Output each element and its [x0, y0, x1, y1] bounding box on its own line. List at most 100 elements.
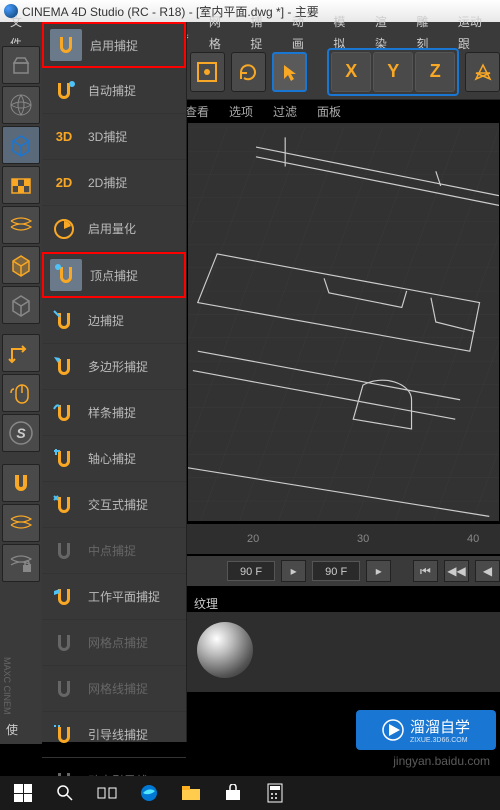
tick-30: 30: [357, 533, 369, 545]
magnet-spline-icon: [48, 397, 80, 429]
snap-auto[interactable]: 自动捕捉: [42, 68, 186, 114]
label-2d-icon: 2D: [48, 167, 80, 199]
sub-view[interactable]: 查看: [185, 103, 209, 120]
prev-frame-button[interactable]: ◀◀: [444, 560, 469, 582]
snap-mid-label: 中点捕捉: [88, 542, 136, 559]
material-preview-sphere[interactable]: [197, 622, 253, 678]
snap-interactive-label: 交互式捕捉: [88, 496, 148, 513]
magnet-guide-icon: [48, 719, 80, 751]
snap-workplane[interactable]: 工作平面捕捉: [42, 574, 186, 620]
frame-end-field[interactable]: 90 F: [227, 561, 275, 581]
snap-workplane-label: 工作平面捕捉: [88, 588, 160, 605]
axis-y-button[interactable]: Y: [373, 52, 413, 92]
magnet-gridpoint-icon: [48, 627, 80, 659]
coord-button[interactable]: [465, 52, 500, 92]
windows-taskbar: [0, 776, 500, 810]
tick-20: 20: [247, 533, 259, 545]
tool-move[interactable]: [2, 334, 40, 372]
play-back-button[interactable]: ◀: [475, 560, 500, 582]
snap-vertex-label: 顶点捕捉: [90, 267, 138, 284]
snap-quant[interactable]: 启用量化: [42, 206, 186, 252]
snap-enable-label: 启用捕捉: [90, 37, 138, 54]
material-panel[interactable]: [187, 612, 500, 692]
explorer-icon[interactable]: [176, 780, 206, 806]
magnet-auto-icon: [48, 75, 80, 107]
tool-s[interactable]: S: [2, 414, 40, 452]
snap-gridpoint-label: 网格点捕捉: [88, 634, 148, 651]
select-button[interactable]: [272, 52, 307, 92]
axis-button-group: X Y Z: [327, 48, 459, 96]
search-icon[interactable]: [50, 780, 80, 806]
bottom-use-label: 使: [2, 717, 40, 742]
menu-anim[interactable]: 动画: [282, 11, 324, 55]
label-3d-icon: 3D: [48, 121, 80, 153]
magnet-poly-icon: [48, 351, 80, 383]
texture-tab[interactable]: 纹理: [194, 595, 218, 612]
store-icon[interactable]: [218, 780, 248, 806]
tool-wireframe-alt[interactable]: [2, 504, 40, 542]
calc-icon[interactable]: [260, 780, 290, 806]
snap-2d[interactable]: 2D 2D捕捉: [42, 160, 186, 206]
magnet-workplane-icon: [48, 581, 80, 613]
timeline-controls: 90 F ▸ 90 F ▸ ⏮ ◀◀ ◀: [187, 556, 500, 586]
tool-mouse[interactable]: [2, 374, 40, 412]
axis-z-button[interactable]: Z: [415, 52, 455, 92]
axis-x-button[interactable]: X: [331, 52, 371, 92]
snap-interactive[interactable]: 交互式捕捉: [42, 482, 186, 528]
tool-terrain[interactable]: [2, 86, 40, 124]
menu-mesh[interactable]: 网格: [199, 11, 241, 55]
sub-opts[interactable]: 选项: [229, 103, 253, 120]
watermark-logo: 溜溜自学 ZIXUE.3D66.COM: [356, 710, 496, 750]
tool-cube-selected[interactable]: [2, 126, 40, 164]
3d-viewport[interactable]: [187, 122, 500, 522]
tool-wireframe-lock[interactable]: [2, 544, 40, 582]
magnet-mid-icon: [48, 535, 80, 567]
snap-3d[interactable]: 3D 3D捕捉: [42, 114, 186, 160]
frame-spinner[interactable]: ▸: [281, 560, 306, 582]
snap-3d-label: 3D捕捉: [88, 128, 127, 145]
render-button[interactable]: [190, 52, 225, 92]
tool-magnet[interactable]: [2, 464, 40, 502]
snap-auto-label: 自动捕捉: [88, 82, 136, 99]
magnet-edge-icon: [48, 305, 80, 337]
tool-cube-alt[interactable]: [2, 286, 40, 324]
menu-snap[interactable]: 捕捉: [240, 11, 282, 55]
snap-gridpoint[interactable]: 网格点捕捉: [42, 620, 186, 666]
task-view-icon[interactable]: [92, 780, 122, 806]
goto-start-button[interactable]: ⏮: [413, 560, 438, 582]
edge-icon[interactable]: [134, 780, 164, 806]
tick-40: 40: [467, 533, 479, 545]
snap-spline-label: 样条捕捉: [88, 404, 136, 421]
tool-cube-fill[interactable]: [2, 246, 40, 284]
snap-axis[interactable]: 轴心捕捉: [42, 436, 186, 482]
refresh-button[interactable]: [231, 52, 266, 92]
left-toolbar: S MAXC CINEM 使: [0, 44, 42, 744]
tool-wireframe[interactable]: [2, 206, 40, 244]
snap-enable[interactable]: 启用捕捉: [42, 22, 186, 68]
magnet-interactive-icon: [48, 489, 80, 521]
timeline-ruler[interactable]: 20 30 40: [187, 524, 500, 554]
snap-vertex[interactable]: 顶点捕捉: [42, 252, 186, 298]
tool-edit[interactable]: [2, 46, 40, 84]
watermark-url: jingyan.baidu.com: [393, 754, 490, 768]
watermark-sub: ZIXUE.3D66.COM: [410, 737, 470, 744]
snap-spline[interactable]: 样条捕捉: [42, 390, 186, 436]
sub-panel[interactable]: 面板: [317, 103, 341, 120]
snap-guide[interactable]: 引导线捕捉: [42, 712, 186, 758]
start-button[interactable]: [8, 780, 38, 806]
magnet-vertex-icon: [50, 259, 82, 291]
snap-gridline[interactable]: 网格线捕捉: [42, 666, 186, 712]
svg-text:S: S: [16, 425, 26, 441]
frame-spinner-2[interactable]: ▸: [366, 560, 391, 582]
snap-quant-label: 启用量化: [88, 220, 136, 237]
sub-filter[interactable]: 过滤: [273, 103, 297, 120]
snap-poly-label: 多边形捕捉: [88, 358, 148, 375]
snap-edge[interactable]: 边捕捉: [42, 298, 186, 344]
snap-axis-label: 轴心捕捉: [88, 450, 136, 467]
snap-flyout-panel: 启用捕捉 自动捕捉 3D 3D捕捉 2D 2D捕捉 启用量化 顶点捕捉 边捕捉 …: [42, 22, 187, 742]
frame-current-field[interactable]: 90 F: [312, 561, 360, 581]
snap-mid[interactable]: 中点捕捉: [42, 528, 186, 574]
maxon-label: MAXC CINEM: [2, 657, 40, 715]
tool-checker[interactable]: [2, 166, 40, 204]
snap-poly[interactable]: 多边形捕捉: [42, 344, 186, 390]
